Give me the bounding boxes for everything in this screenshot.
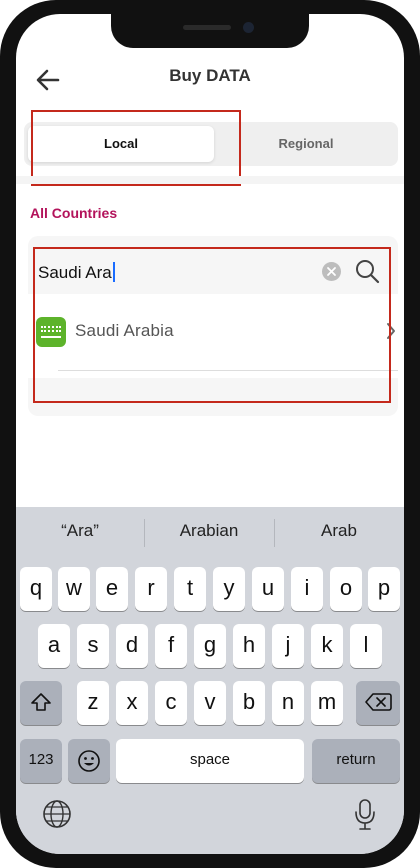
key-u[interactable]: u bbox=[252, 567, 284, 611]
key-z[interactable]: z bbox=[77, 681, 109, 725]
key-l[interactable]: l bbox=[350, 624, 382, 668]
key-g[interactable]: g bbox=[194, 624, 226, 668]
highlight-box-tab bbox=[31, 110, 241, 186]
page-title: Buy DATA bbox=[169, 66, 251, 85]
key-r[interactable]: r bbox=[135, 567, 167, 611]
suggestion-3[interactable]: Arab bbox=[275, 521, 403, 541]
section-title: All Countries bbox=[30, 205, 118, 221]
key-w[interactable]: w bbox=[58, 567, 90, 611]
predictive-bar: “Ara” Arabian Arab bbox=[16, 507, 404, 559]
key-j[interactable]: j bbox=[272, 624, 304, 668]
suggestion-1[interactable]: “Ara” bbox=[16, 521, 144, 541]
shift-icon bbox=[31, 693, 51, 711]
key-x[interactable]: x bbox=[116, 681, 148, 725]
key-t[interactable]: t bbox=[174, 567, 206, 611]
backspace-icon bbox=[365, 693, 392, 711]
screen: Buy DATA Local Regional All Countries Sa… bbox=[16, 14, 404, 854]
key-y[interactable]: y bbox=[213, 567, 245, 611]
on-screen-keyboard: “Ara” Arabian Arab q w e r t y u i o p a… bbox=[16, 507, 404, 854]
globe-icon[interactable] bbox=[40, 797, 74, 831]
key-e[interactable]: e bbox=[96, 567, 128, 611]
phone-frame: Buy DATA Local Regional All Countries Sa… bbox=[0, 0, 420, 868]
notch bbox=[111, 14, 309, 48]
key-k[interactable]: k bbox=[311, 624, 343, 668]
divider bbox=[16, 176, 404, 184]
key-f[interactable]: f bbox=[155, 624, 187, 668]
key-a[interactable]: a bbox=[38, 624, 70, 668]
key-o[interactable]: o bbox=[330, 567, 362, 611]
key-h[interactable]: h bbox=[233, 624, 265, 668]
highlight-box-search bbox=[33, 247, 391, 403]
key-c[interactable]: c bbox=[155, 681, 187, 725]
key-q[interactable]: q bbox=[20, 567, 52, 611]
tab-regional[interactable]: Regional bbox=[218, 126, 394, 162]
front-camera bbox=[243, 22, 254, 33]
key-m[interactable]: m bbox=[311, 681, 343, 725]
suggestion-2[interactable]: Arabian bbox=[145, 521, 273, 541]
return-key[interactable]: return bbox=[312, 739, 400, 783]
key-v[interactable]: v bbox=[194, 681, 226, 725]
key-n[interactable]: n bbox=[272, 681, 304, 725]
delete-key[interactable] bbox=[356, 681, 400, 725]
key-p[interactable]: p bbox=[368, 567, 400, 611]
space-key[interactable]: space bbox=[116, 739, 304, 783]
key-b[interactable]: b bbox=[233, 681, 265, 725]
shift-key[interactable] bbox=[20, 681, 62, 725]
numbers-key[interactable]: 123 bbox=[20, 739, 62, 783]
emoji-icon bbox=[78, 750, 100, 772]
emoji-key[interactable] bbox=[68, 739, 110, 783]
microphone-icon[interactable] bbox=[352, 797, 378, 831]
speaker-grille bbox=[183, 25, 231, 30]
key-d[interactable]: d bbox=[116, 624, 148, 668]
key-i[interactable]: i bbox=[291, 567, 323, 611]
key-s[interactable]: s bbox=[77, 624, 109, 668]
